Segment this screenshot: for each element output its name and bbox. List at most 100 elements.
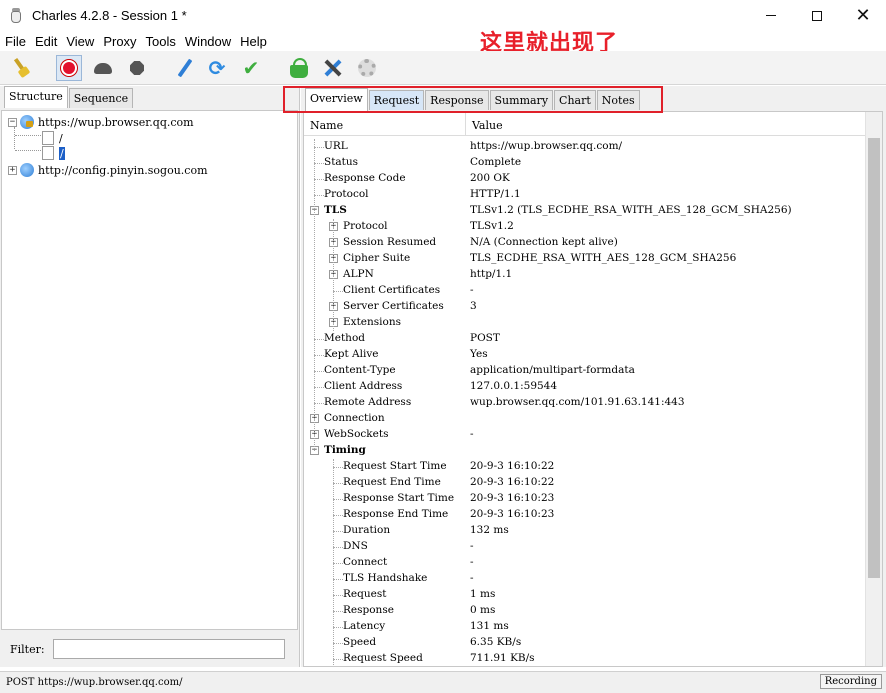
row-name: TLS Handshake	[343, 572, 428, 584]
menu-window[interactable]: Window	[180, 34, 235, 49]
charles-jar-icon	[8, 7, 24, 24]
row-name: Response Start Time	[343, 492, 455, 504]
structure-tree: − https://wup.browser.qq.com / / + http:…	[1, 110, 298, 630]
expand-icon[interactable]: +	[8, 165, 17, 175]
vertical-scrollbar[interactable]	[865, 112, 882, 666]
row-name: Content-Type	[324, 364, 396, 376]
scroll-thumb[interactable]	[868, 138, 880, 578]
row-value: https://wup.browser.qq.com/	[470, 140, 623, 152]
tree-path-item[interactable]: /	[42, 130, 63, 146]
collapse-icon[interactable]: −	[8, 117, 17, 127]
gear-icon	[358, 59, 376, 77]
table-row[interactable]: Method POST	[304, 331, 866, 347]
clear-session-button[interactable]	[8, 55, 34, 81]
table-row[interactable]: + Protocol TLSv1.2	[304, 219, 866, 235]
table-row[interactable]: + Server Certificates 3	[304, 299, 866, 315]
menu-tools[interactable]: Tools	[141, 34, 180, 49]
left-tabs: Structure Sequence	[4, 86, 134, 109]
tree-host-sogou[interactable]: + http://config.pinyin.sogou.com	[8, 162, 208, 178]
table-row[interactable]: Response End Time 20-9-3 16:10:23	[304, 507, 866, 523]
table-row[interactable]: + WebSockets -	[304, 427, 866, 443]
status-bar: POST https://wup.browser.qq.com/ Recordi…	[0, 671, 886, 693]
row-value: 20-9-3 16:10:23	[470, 492, 555, 504]
table-row[interactable]: Connect -	[304, 555, 866, 571]
shop-button[interactable]	[286, 55, 312, 81]
table-row[interactable]: Client Certificates -	[304, 283, 866, 299]
breakpoints-button[interactable]	[124, 55, 150, 81]
row-value: 1 ms	[470, 588, 496, 600]
table-row[interactable]: − TLS TLSv1.2 (TLS_ECDHE_RSA_WITH_AES_128_…	[304, 203, 866, 219]
tree-host-qq[interactable]: − https://wup.browser.qq.com	[8, 114, 194, 130]
table-row[interactable]: Speed 6.35 KB/s	[304, 635, 866, 651]
menu-proxy[interactable]: Proxy	[98, 34, 140, 49]
table-row[interactable]: Response Start Time 20-9-3 16:10:23	[304, 491, 866, 507]
path-label: /	[59, 146, 65, 160]
minimize-icon	[766, 15, 776, 16]
row-name: Connect	[343, 556, 388, 568]
row-value: TLSv1.2 (TLS_ECDHE_RSA_WITH_AES_128_GCM_…	[470, 204, 792, 216]
table-row[interactable]: + Session Resumed N/A (Connection kept ali…	[304, 235, 866, 251]
table-row[interactable]: + ALPN http/1.1	[304, 267, 866, 283]
table-row[interactable]: Content-Type application/multipart-formda…	[304, 363, 866, 379]
table-row[interactable]: Request Speed 711.91 KB/s	[304, 651, 866, 666]
maximize-button[interactable]	[794, 0, 840, 31]
host-label: https://wup.browser.qq.com	[38, 115, 194, 129]
column-header-name[interactable]: Name	[310, 119, 343, 132]
menu-file[interactable]: File	[0, 34, 30, 49]
row-name: Status	[324, 156, 359, 168]
minimize-button[interactable]	[748, 0, 794, 31]
tree-path-item-selected[interactable]: /	[42, 145, 65, 161]
page-icon	[42, 146, 54, 160]
menu-edit[interactable]: Edit	[30, 34, 61, 49]
tools-icon	[323, 58, 343, 78]
table-row[interactable]: − Timing	[304, 443, 866, 459]
record-button[interactable]	[56, 55, 82, 81]
row-value: -	[470, 540, 474, 552]
table-row[interactable]: Request 1 ms	[304, 587, 866, 603]
filter-input[interactable]	[52, 639, 285, 659]
table-row[interactable]: Request End Time 20-9-3 16:10:22	[304, 475, 866, 491]
record-icon	[61, 60, 77, 76]
row-name: Request Speed	[343, 652, 423, 664]
table-row[interactable]: TLS Handshake -	[304, 571, 866, 587]
menu-view[interactable]: View	[61, 34, 98, 49]
tab-sequence[interactable]: Sequence	[68, 88, 134, 108]
column-header-value[interactable]: Value	[472, 119, 503, 132]
table-row[interactable]: Latency 131 ms	[304, 619, 866, 635]
table-row[interactable]: DNS -	[304, 539, 866, 555]
table-row[interactable]: Protocol HTTP/1.1	[304, 187, 866, 203]
table-row[interactable]: Request Start Time 20-9-3 16:10:22	[304, 459, 866, 475]
table-row[interactable]: URL https://wup.browser.qq.com/	[304, 139, 866, 155]
compose-button[interactable]	[172, 55, 198, 81]
table-row[interactable]: Status Complete	[304, 155, 866, 171]
window-controls: ✕	[748, 0, 886, 31]
row-name: Server Certificates	[343, 300, 444, 312]
row-name: Extensions	[343, 316, 402, 328]
table-row[interactable]: Remote Address wup.browser.qq.com/101.91.…	[304, 395, 866, 411]
settings-button[interactable]	[354, 55, 380, 81]
close-button[interactable]: ✕	[840, 0, 886, 31]
table-row[interactable]: Duration 132 ms	[304, 523, 866, 539]
throttle-button[interactable]	[90, 55, 116, 81]
row-name: Request Start Time	[343, 460, 447, 472]
row-name: Client Address	[324, 380, 403, 392]
row-name: Timing	[324, 444, 366, 456]
menu-help[interactable]: Help	[235, 34, 271, 49]
repeat-button[interactable]: ⟳	[204, 55, 230, 81]
row-value: N/A (Connection kept alive)	[470, 236, 618, 248]
row-value: 127.0.0.1:59544	[470, 380, 558, 392]
validate-button[interactable]: ✔	[238, 55, 264, 81]
table-row[interactable]: Response 0 ms	[304, 603, 866, 619]
tools-button[interactable]	[320, 55, 346, 81]
table-row[interactable]: Kept Alive Yes	[304, 347, 866, 363]
table-row[interactable]: Response Code 200 OK	[304, 171, 866, 187]
row-name: Request End Time	[343, 476, 441, 488]
table-row[interactable]: + Connection	[304, 411, 866, 427]
table-row[interactable]: + Extensions	[304, 315, 866, 331]
table-row[interactable]: + Cipher Suite TLS_ECDHE_RSA_WITH_AES_128_…	[304, 251, 866, 267]
row-value: TLSv1.2	[470, 220, 514, 232]
row-name: Response	[343, 604, 394, 616]
row-value: 200 OK	[470, 172, 510, 184]
table-row[interactable]: Client Address 127.0.0.1:59544	[304, 379, 866, 395]
tab-structure[interactable]: Structure	[4, 86, 68, 108]
